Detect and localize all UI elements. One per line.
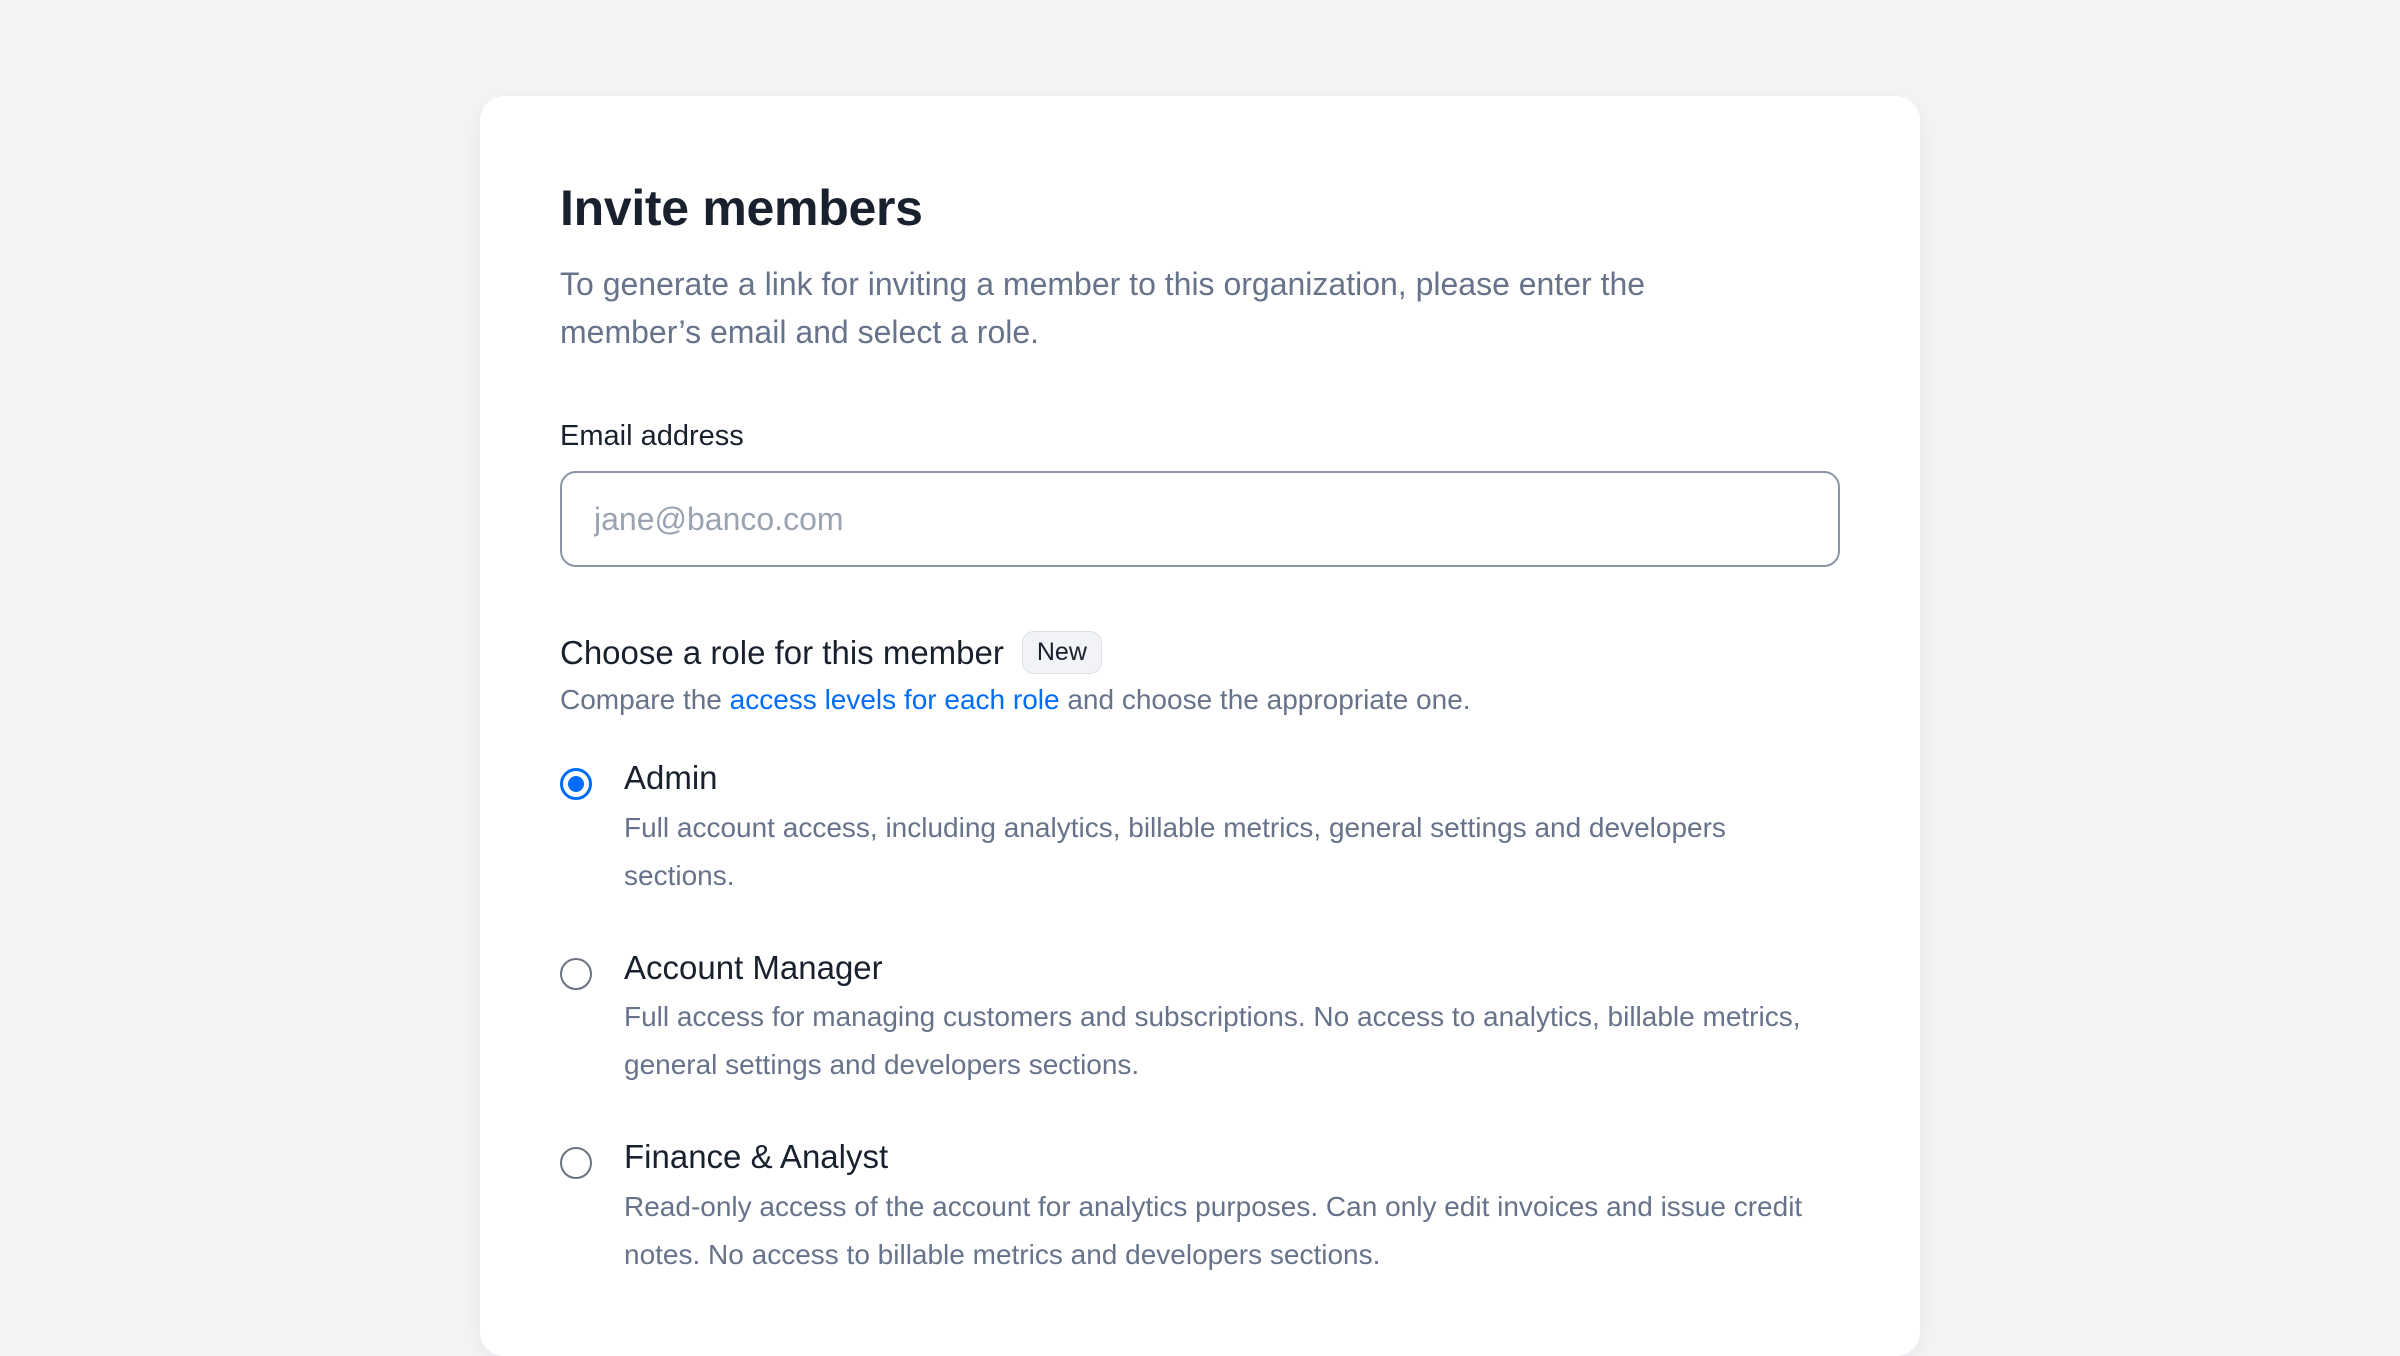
role-radio-account-manager[interactable] [560,957,592,990]
email-field[interactable] [592,499,1808,539]
page-subtitle: To generate a link for inviting a member… [560,266,1646,350]
role-radio-finance-analyst[interactable] [560,1147,592,1180]
role-name-admin: Admin [624,759,718,796]
role-heading-row: Choose a role for this member New [560,631,1840,674]
role-options: Admin Full account access, including ana… [560,758,1840,1279]
email-field-container[interactable] [560,471,1840,567]
role-text-admin: Admin Full account access, including ana… [624,758,1824,900]
role-hint-suffix: and choose the appropriate one. [1059,684,1471,715]
role-description-admin: Full account access, including analytics… [624,811,1726,891]
role-radio-admin[interactable] [560,768,592,800]
role-description-finance-analyst: Read-only access of the account for anal… [624,1190,1803,1270]
access-levels-link[interactable]: access levels for each role [730,684,1060,715]
invite-members-card: Invite members To generate a link for in… [480,96,1920,1356]
role-text-finance-analyst: Finance & Analyst Read-only access of th… [624,1137,1824,1279]
role-hint: Compare the access levels for each role … [560,684,1840,716]
role-name-finance-analyst: Finance & Analyst [624,1138,889,1176]
role-hint-prefix: Compare the [560,684,730,715]
role-description-account-manager: Full access for managing customers and s… [624,1001,1801,1081]
page-title: Invite members [560,180,923,236]
role-name-account-manager: Account Manager [624,948,883,986]
new-badge: New [1021,631,1102,674]
role-option-admin[interactable]: Admin Full account access, including ana… [560,758,1840,900]
role-text-account-manager: Account Manager Full access for managing… [624,948,1824,1090]
role-section-heading: Choose a role for this member [560,633,1004,671]
role-option-account-manager[interactable]: Account Manager Full access for managing… [560,948,1840,1090]
email-field-label: Email address [560,420,744,452]
role-option-finance-analyst[interactable]: Finance & Analyst Read-only access of th… [560,1137,1840,1279]
